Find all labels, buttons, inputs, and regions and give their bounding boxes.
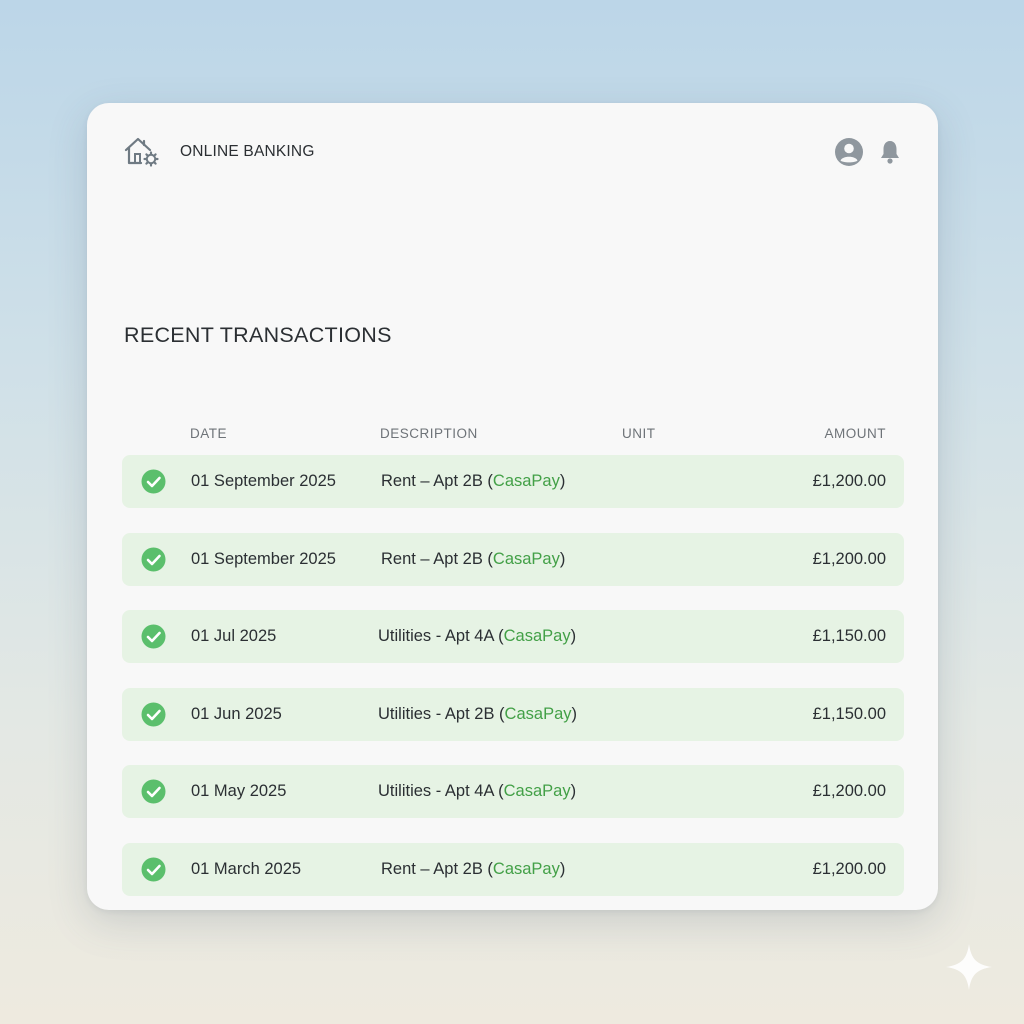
app-title: ONLINE BANKING	[180, 143, 315, 160]
transaction-date: 01 September 2025	[191, 549, 336, 568]
transaction-date: 01 March 2025	[191, 859, 302, 878]
bell-icon[interactable]	[878, 139, 902, 165]
transaction-date: 01 May 2025	[191, 782, 287, 801]
check-circle-icon	[141, 702, 166, 727]
provider-name: CasaPay	[492, 859, 560, 878]
column-header-description[interactable]: DESCRIPTION	[380, 426, 478, 441]
transaction-amount: £1,200.00	[812, 472, 886, 490]
transaction-description: Utilities - Apt 4A (CasaPay)	[378, 782, 577, 801]
transactions-list: 01 September 2025 Rent – Apt 2B (CasaPay…	[122, 455, 904, 910]
user-avatar-icon[interactable]	[834, 137, 864, 167]
transaction-date: 01 Jun 2025	[191, 704, 282, 723]
transaction-description: Utilities - Apt 2B (CasaPay)	[378, 704, 577, 723]
banking-card: ONLINE BANKING RECENT TRANSACTIONS DATE …	[87, 103, 938, 910]
transaction-date: 01 Jul 2025	[191, 627, 277, 646]
check-circle-icon	[141, 469, 166, 494]
transaction-description: Utilities - Apt 4A (CasaPay)	[378, 627, 577, 646]
transaction-row[interactable]: 01 May 2025 Utilities - Apt 4A (CasaPay)…	[122, 765, 904, 819]
house-gear-icon	[123, 136, 161, 168]
transaction-description: Rent – Apt 2B (CasaPay)	[381, 472, 566, 490]
transaction-amount: £1,150.00	[812, 704, 886, 723]
check-circle-icon	[141, 779, 166, 804]
transaction-amount: £1,150.00	[812, 627, 886, 646]
provider-name: CasaPay	[503, 782, 571, 801]
check-circle-icon	[141, 857, 166, 882]
transaction-description: Rent – Apt 2B (CasaPay)	[381, 859, 566, 878]
section-title: RECENT TRANSACTIONS	[124, 323, 392, 347]
check-circle-icon	[141, 547, 166, 572]
transaction-row[interactable]: 01 March 2025 Rent – Apt 2B (CasaPay) £1…	[122, 842, 904, 896]
transaction-description: Rent – Apt 2B (CasaPay)	[381, 549, 566, 568]
provider-name: CasaPay	[504, 704, 572, 723]
transaction-amount: £1,200.00	[812, 859, 886, 878]
transaction-amount: £1,200.00	[812, 549, 886, 568]
column-header-unit[interactable]: UNIT	[622, 426, 656, 441]
provider-name: CasaPay	[492, 472, 560, 490]
app-header: ONLINE BANKING	[123, 135, 902, 169]
transaction-row[interactable]: 01 Jun 2025 Utilities - Apt 2B (CasaPay)…	[122, 687, 904, 741]
transaction-amount: £1,200.00	[812, 782, 886, 801]
column-header-amount[interactable]: AMOUNT	[825, 426, 887, 441]
column-header-date[interactable]: DATE	[190, 426, 227, 441]
transaction-date: 01 September 2025	[191, 472, 336, 490]
transaction-row[interactable]: 01 September 2025 Rent – Apt 2B (CasaPay…	[122, 532, 904, 586]
transaction-row[interactable]: 01 Jul 2025 Utilities - Apt 4A (CasaPay)…	[122, 610, 904, 664]
header-actions	[834, 137, 902, 167]
provider-name: CasaPay	[503, 627, 571, 646]
transaction-row[interactable]: 01 September 2025 Rent – Apt 2B (CasaPay…	[122, 455, 904, 508]
check-circle-icon	[141, 624, 166, 649]
sparkle-icon	[946, 944, 992, 990]
provider-name: CasaPay	[492, 549, 560, 568]
